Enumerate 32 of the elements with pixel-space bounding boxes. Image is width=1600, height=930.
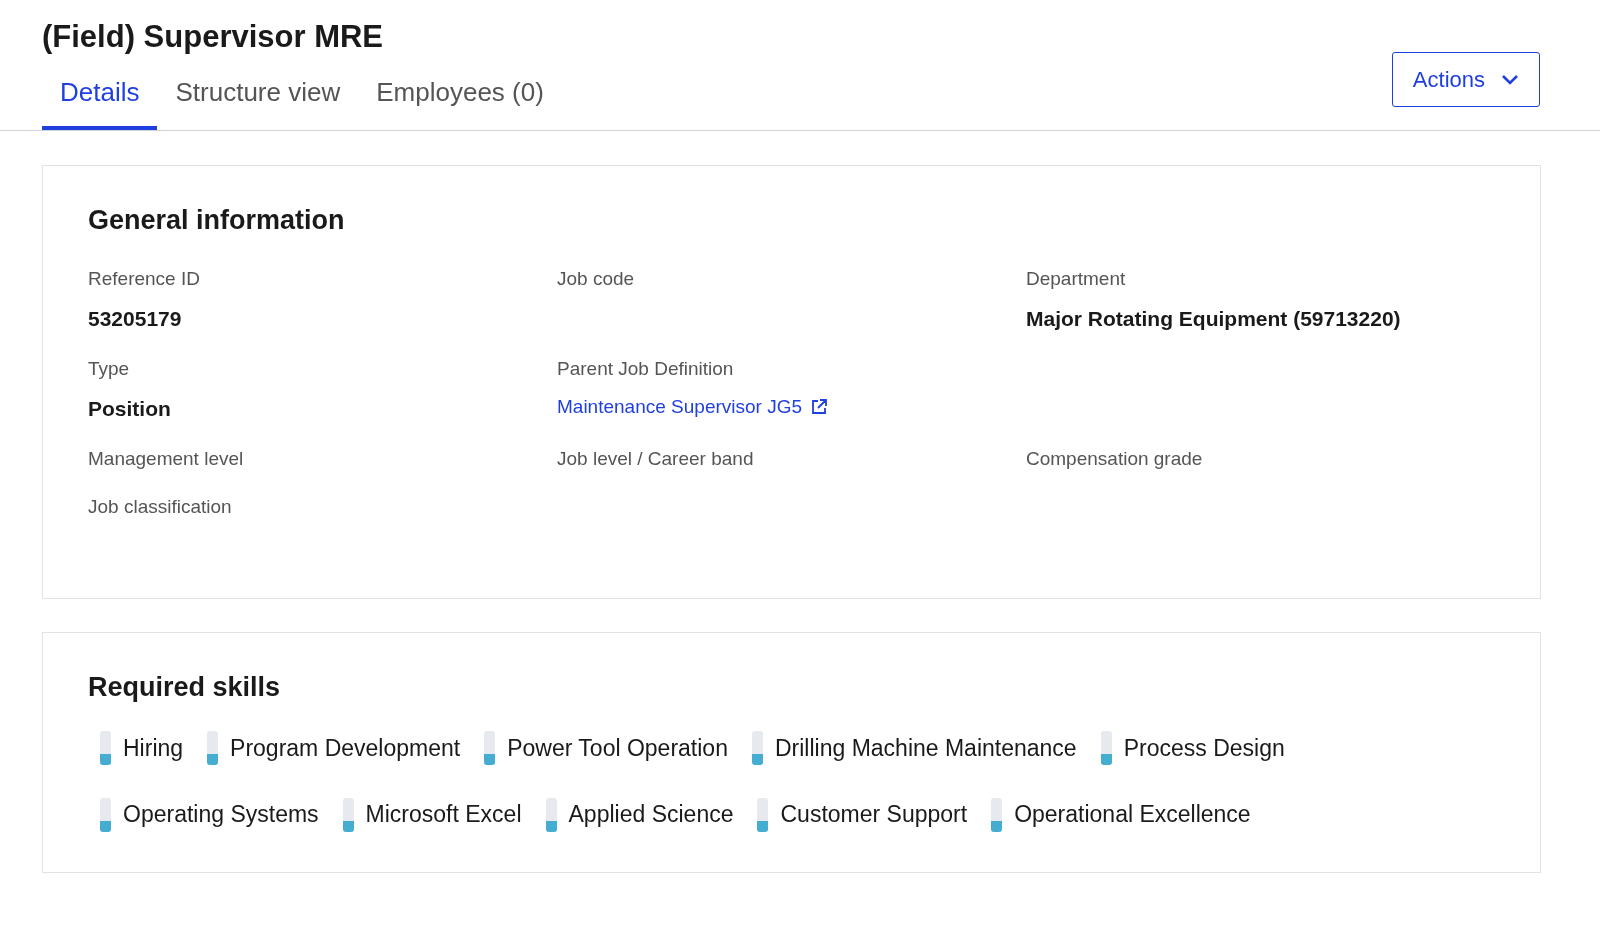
skill-name: Power Tool Operation: [507, 733, 728, 763]
skill-name: Hiring: [123, 733, 184, 763]
section-title: Required skills: [88, 670, 282, 703]
field-value: Position: [88, 396, 172, 423]
tab[interactable]: Structure view: [157, 69, 359, 131]
skill-name: Program Development: [230, 733, 461, 763]
skill-name: Customer Support: [780, 800, 968, 830]
field-label: Job classification: [88, 495, 233, 520]
skill-name: Operational Excellence: [1014, 800, 1251, 830]
field-label: Job code: [557, 266, 636, 291]
section-title: General information: [88, 204, 346, 237]
field-value: 53205179: [88, 306, 183, 333]
field-label: Management level: [88, 446, 245, 471]
skill-name: Applied Science: [568, 800, 734, 830]
field-label: Department: [1026, 266, 1127, 291]
field-value: Major Rotating Equipment (59713220): [1026, 306, 1402, 333]
field-label: Type: [88, 356, 131, 381]
external-link-icon: [810, 398, 828, 417]
page-title: (Field) Supervisor MRE: [42, 18, 385, 56]
tab[interactable]: Employees (0): [358, 69, 562, 131]
skill-name: Operating Systems: [123, 800, 319, 830]
field-label: Reference ID: [88, 266, 201, 291]
actions-button[interactable]: Actions: [1391, 52, 1540, 108]
field-label: Compensation grade: [1026, 446, 1204, 471]
link[interactable]: Maintenance Supervisor JG5: [557, 393, 828, 422]
tab[interactable]: Details: [42, 69, 158, 131]
field-label: Job level / Career band: [557, 446, 755, 471]
skill-name: Process Design: [1123, 733, 1285, 763]
skill-name: Drilling Machine Maintenance: [774, 733, 1077, 763]
chevron-down-icon: [1501, 73, 1519, 86]
skill-name: Microsoft Excel: [365, 800, 522, 830]
field-label: Parent Job Definition: [557, 356, 735, 381]
